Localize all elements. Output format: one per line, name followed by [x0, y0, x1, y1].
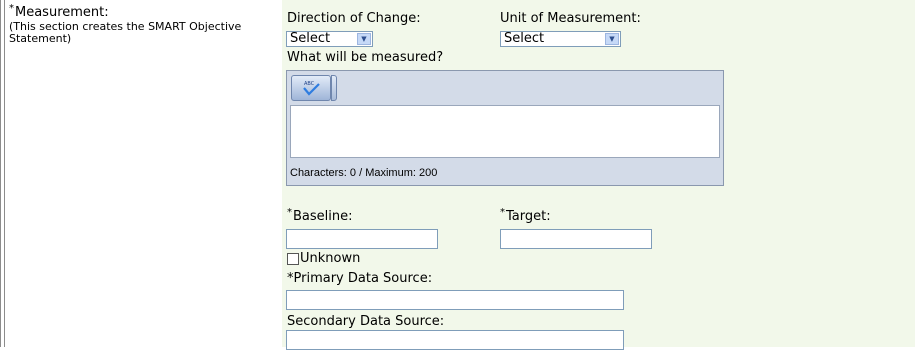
chevron-down-icon[interactable]: ▼ — [357, 33, 371, 45]
required-asterisk: * — [9, 3, 14, 14]
baseline-label-text: Baseline: — [293, 209, 353, 224]
baseline-label: *Baseline: — [287, 207, 353, 224]
primary-source-label: *Primary Data Source: — [287, 271, 433, 286]
chevron-down-icon[interactable]: ▼ — [605, 33, 619, 45]
unknown-checkbox[interactable] — [287, 253, 299, 265]
secondary-source-label: Secondary Data Source: — [287, 314, 445, 329]
target-input[interactable] — [500, 229, 652, 249]
svg-text:ABC: ABC — [304, 81, 315, 87]
unit-selected-value: Select — [504, 31, 545, 46]
measurement-label-text: Measurement: — [15, 5, 109, 20]
unit-select[interactable]: Select ▼ — [500, 31, 621, 47]
direction-select[interactable]: Select ▼ — [286, 31, 373, 47]
secondary-source-input[interactable] — [286, 330, 624, 350]
spellcheck-button[interactable]: ABC — [291, 75, 331, 101]
character-count: Characters: 0 / Maximum: 200 — [290, 167, 438, 179]
measurement-label: *Measurement: — [9, 3, 109, 20]
spellcheck-icon: ABC — [303, 81, 320, 96]
frame-line-left — [0, 0, 1, 347]
measurement-note: (This section creates the SMART Objectiv… — [9, 21, 241, 45]
measurement-label-cell: *Measurement: (This section creates the … — [9, 0, 281, 347]
measurement-note-line2: Statement) — [9, 32, 72, 45]
unknown-label: Unknown — [300, 251, 361, 266]
unit-label: Unit of Measurement: — [500, 11, 641, 26]
required-asterisk: * — [287, 207, 292, 218]
target-label-text: Target: — [506, 209, 551, 224]
rich-text-editor: ABC Characters: 0 / Maximum: 200 — [286, 70, 724, 186]
required-asterisk: * — [500, 207, 505, 218]
what-measured-textarea[interactable] — [290, 105, 720, 158]
toolbar-handle — [331, 75, 337, 101]
what-measured-label: What will be measured? — [287, 50, 444, 65]
direction-selected-value: Select — [290, 31, 331, 46]
baseline-input[interactable] — [286, 229, 438, 249]
frame-line-left-inner — [4, 0, 5, 347]
target-label: *Target: — [500, 207, 551, 224]
direction-label: Direction of Change: — [287, 11, 421, 26]
primary-source-input[interactable] — [286, 290, 624, 310]
